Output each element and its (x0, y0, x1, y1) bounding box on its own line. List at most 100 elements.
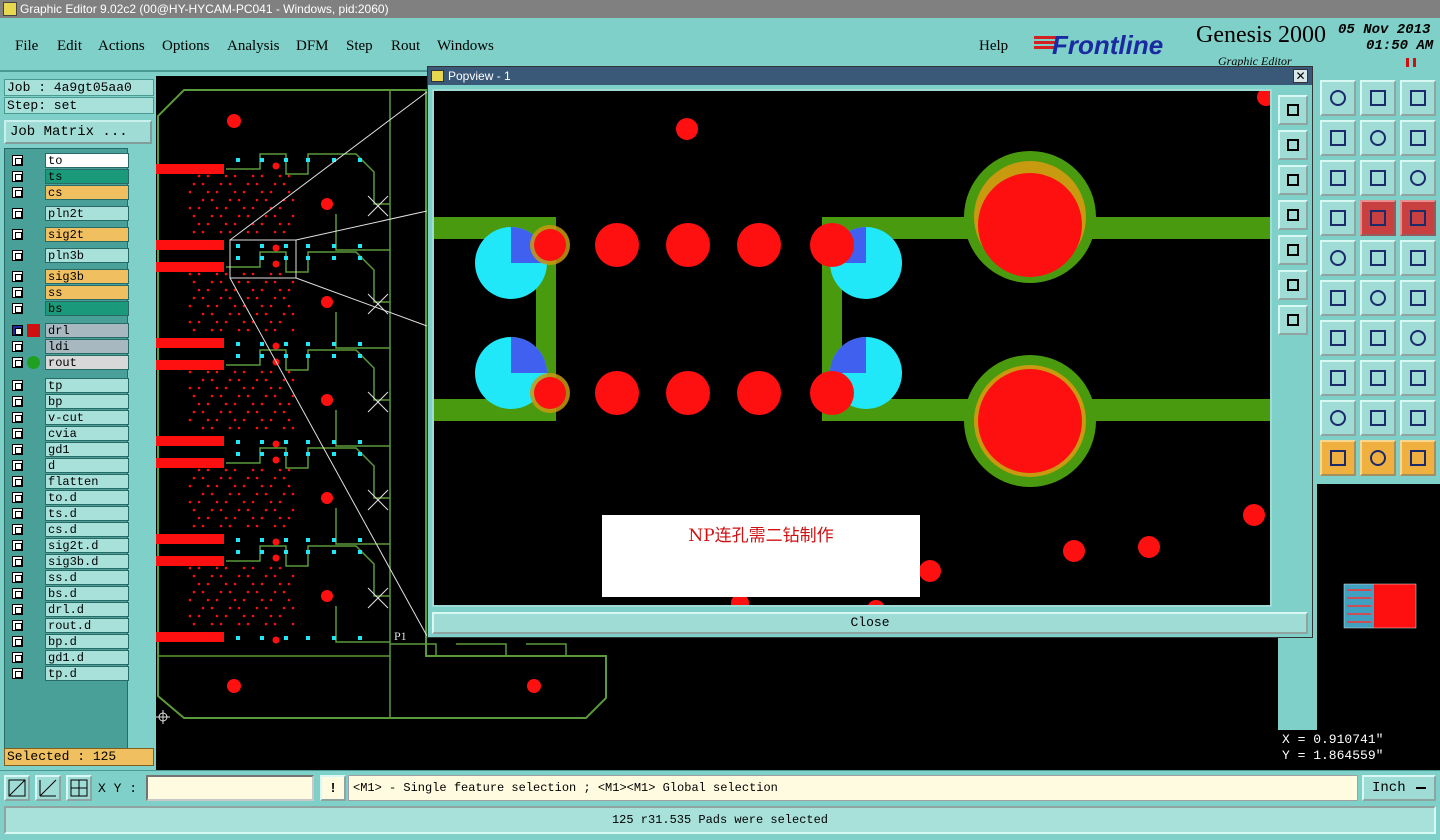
select-b-button[interactable] (1360, 440, 1396, 476)
messages-button[interactable]: ! (320, 775, 346, 801)
ruler-button[interactable] (1360, 240, 1396, 276)
layer-row-bs.d[interactable]: bs.d (9, 586, 129, 601)
snap-grid-button[interactable] (66, 775, 92, 801)
pv-pan-left-button[interactable] (1278, 200, 1308, 230)
layer-row-pln3b[interactable]: pln3b (9, 248, 129, 263)
layer-checkbox[interactable] (12, 155, 23, 166)
pad-button[interactable] (1400, 360, 1436, 396)
pause-icon[interactable] (1406, 58, 1416, 67)
layer-checkbox[interactable] (12, 572, 23, 583)
delete-button[interactable] (1320, 280, 1356, 316)
units-select[interactable]: Inch (1362, 775, 1436, 801)
layer-row-ss.d[interactable]: ss.d (9, 570, 129, 585)
layer-checkbox[interactable] (12, 668, 23, 679)
dot-button[interactable] (1400, 240, 1436, 276)
pv-pan-up-button[interactable] (1278, 165, 1308, 195)
route-button[interactable] (1400, 440, 1436, 476)
select-a-button[interactable] (1320, 440, 1356, 476)
layer-checkbox[interactable] (12, 229, 23, 240)
menu-file[interactable]: File (15, 38, 38, 55)
popview-canvas[interactable]: NP连孔需二钻制作 (432, 89, 1272, 607)
menu-help[interactable]: Help (979, 38, 1008, 55)
layer-checkbox[interactable] (12, 556, 23, 567)
layer-checkbox[interactable] (12, 357, 23, 368)
layer-checkbox[interactable] (12, 636, 23, 647)
layer-checkbox[interactable] (12, 287, 23, 298)
layer-row-to.d[interactable]: to.d (9, 490, 129, 505)
layer-checkbox[interactable] (12, 460, 23, 471)
layer-row-drl.d[interactable]: drl.d (9, 602, 129, 617)
layer-checkbox[interactable] (12, 444, 23, 455)
layer-row-ts[interactable]: ts (9, 169, 129, 184)
layer-row-bp[interactable]: bp (9, 394, 129, 409)
layer-row-cvia[interactable]: cvia (9, 426, 129, 441)
via-c-button[interactable] (1400, 400, 1436, 436)
layer-checkbox[interactable] (12, 171, 23, 182)
line-button[interactable] (1320, 320, 1356, 356)
layer-row-gd1.d[interactable]: gd1.d (9, 650, 129, 665)
layer-row-sig2t.d[interactable]: sig2t.d (9, 538, 129, 553)
layer-row-pln2t[interactable]: pln2t (9, 206, 129, 221)
xy-input[interactable] (146, 775, 314, 801)
menu-rout[interactable]: Rout (391, 38, 420, 55)
layer-checkbox[interactable] (12, 652, 23, 663)
layer-checkbox[interactable] (12, 250, 23, 261)
popview-close-icon[interactable]: ✕ (1293, 69, 1308, 83)
layer-row-drl[interactable]: drl (9, 323, 129, 338)
layer-checkbox[interactable] (12, 492, 23, 503)
layer-row-bs[interactable]: bs (9, 301, 129, 316)
open-button[interactable] (1320, 80, 1356, 116)
layer-checkbox[interactable] (12, 380, 23, 391)
layer-checkbox[interactable] (12, 604, 23, 615)
pv-center-button[interactable] (1278, 305, 1308, 335)
rect-select-button[interactable] (1320, 240, 1356, 276)
layer-row-cs.d[interactable]: cs.d (9, 522, 129, 537)
zoom-area-button[interactable] (4, 775, 30, 801)
grid-button[interactable] (1320, 200, 1356, 236)
pv-zoom-out-button[interactable] (1278, 130, 1308, 160)
snake-button[interactable] (1400, 120, 1436, 156)
layer-checkbox[interactable] (12, 412, 23, 423)
layer-row-ss[interactable]: ss (9, 285, 129, 300)
undo-button[interactable] (1360, 120, 1396, 156)
split-button[interactable] (1400, 320, 1436, 356)
layer-row-ts.d[interactable]: ts.d (9, 506, 129, 521)
layer-row-cs[interactable]: cs (9, 185, 129, 200)
pv-fit-button[interactable] (1278, 270, 1308, 300)
arc-button[interactable] (1360, 320, 1396, 356)
layer-row-sig2t[interactable]: sig2t (9, 227, 129, 242)
layer-checkbox[interactable] (12, 396, 23, 407)
menu-options[interactable]: Options (162, 38, 210, 55)
layer-row-rout.d[interactable]: rout.d (9, 618, 129, 633)
layer-checkbox[interactable] (12, 620, 23, 631)
pv-zoom-in-button[interactable] (1278, 95, 1308, 125)
popview-title-bar[interactable]: Popview - 1 ✕ (428, 67, 1312, 85)
layer-checkbox[interactable] (12, 271, 23, 282)
popview-close-button[interactable]: Close (432, 612, 1308, 634)
layer-row-rout[interactable]: rout (9, 355, 129, 370)
menu-step[interactable]: Step (346, 38, 373, 55)
layer-row-v-cut[interactable]: v-cut (9, 410, 129, 425)
via-b-button[interactable] (1360, 400, 1396, 436)
job-matrix-button[interactable]: Job Matrix ... (4, 120, 152, 144)
layer-checkbox[interactable] (12, 325, 23, 336)
layer-checkbox[interactable] (12, 187, 23, 198)
measure-button[interactable] (35, 775, 61, 801)
layer-row-flatten[interactable]: flatten (9, 474, 129, 489)
layer-checkbox[interactable] (12, 476, 23, 487)
netlist-b-button[interactable] (1400, 200, 1436, 236)
measure-pad-button[interactable] (1360, 360, 1396, 396)
layer-row-gd1[interactable]: gd1 (9, 442, 129, 457)
layer-row-ldi[interactable]: ldi (9, 339, 129, 354)
layer-row-tp.d[interactable]: tp.d (9, 666, 129, 681)
layer-checkbox[interactable] (12, 524, 23, 535)
netlist-a-button[interactable] (1360, 200, 1396, 236)
via-a-button[interactable] (1320, 400, 1356, 436)
layer-checkbox[interactable] (12, 588, 23, 599)
move-in-button[interactable] (1320, 120, 1356, 156)
layer-checkbox[interactable] (12, 341, 23, 352)
layer-checkbox[interactable] (12, 208, 23, 219)
layer-row-d[interactable]: d (9, 458, 129, 473)
help-button[interactable] (1400, 160, 1436, 196)
layer-checkbox[interactable] (12, 303, 23, 314)
